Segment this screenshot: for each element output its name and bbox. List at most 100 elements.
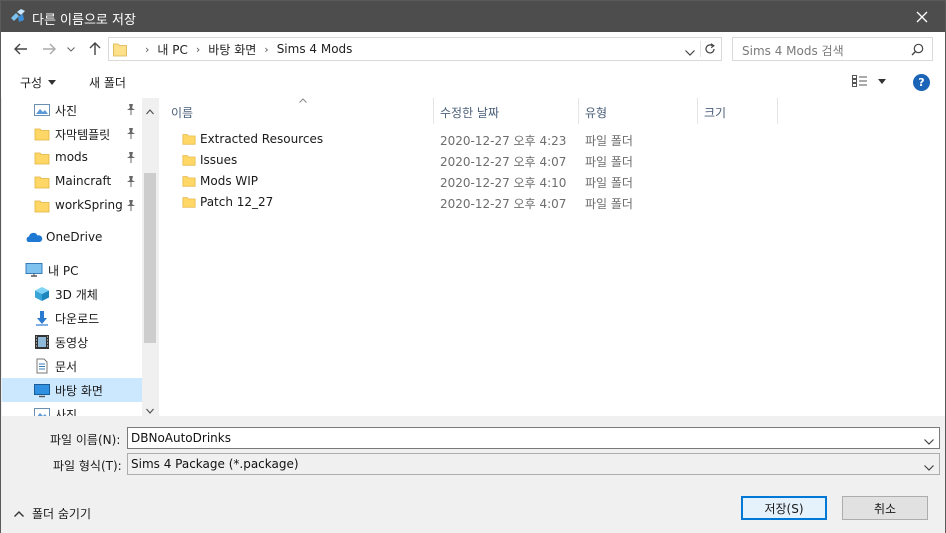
download-icon	[34, 310, 50, 326]
folder-icon	[34, 198, 50, 214]
column-header-modified[interactable]: 수정한 날짜	[434, 98, 579, 124]
nav-item-label: 사진	[55, 104, 78, 118]
column-header-label: 이름	[171, 106, 194, 120]
forward-button[interactable]	[39, 38, 59, 60]
chevron-down-icon	[67, 46, 75, 52]
nav-item-label: 바탕 화면	[55, 384, 103, 398]
app-icon	[9, 8, 27, 25]
search-input[interactable]: Sims 4 Mods 검색	[732, 37, 933, 61]
refresh-button[interactable]	[700, 41, 718, 57]
nav-item-desktop[interactable]: 바탕 화면	[2, 378, 142, 402]
nav-scrollbar[interactable]	[142, 98, 158, 416]
filetype-select[interactable]: Sims 4 Package (*.package)	[127, 453, 940, 475]
help-button[interactable]: ?	[913, 74, 930, 91]
list-item[interactable]: Patch 12_27 2020-12-27 오후 4:07 파일 폴더	[159, 192, 945, 213]
help-icon: ?	[918, 76, 925, 89]
save-button-label: 저장(S)	[764, 501, 804, 516]
chevron-down-icon[interactable]	[924, 434, 934, 448]
nav-item-label: 3D 개체	[55, 288, 98, 302]
up-button[interactable]	[85, 38, 105, 60]
scroll-down-arrow[interactable]	[146, 403, 154, 414]
chevron-up-icon	[14, 510, 24, 517]
close-button[interactable]	[899, 1, 945, 32]
back-button[interactable]	[11, 38, 31, 60]
file-type: 파일 폴더	[585, 134, 633, 148]
nav-item-videos[interactable]: 동영상	[2, 330, 142, 354]
nav-item-onedrive[interactable]: OneDrive	[2, 226, 142, 250]
column-header-size[interactable]: 크기	[698, 98, 778, 124]
nav-item-downloads[interactable]: 다운로드	[2, 306, 142, 330]
nav-item-maincraft[interactable]: Maincraft	[2, 170, 142, 194]
search-icon[interactable]	[911, 43, 924, 59]
nav-item-pictures[interactable]: 사진	[2, 402, 142, 416]
nav-item-label: OneDrive	[46, 230, 103, 244]
breadcrumb-separator[interactable]: ›	[145, 43, 149, 56]
arrow-up-icon	[89, 42, 101, 55]
chevron-down-icon	[685, 50, 695, 56]
nav-item-this-pc[interactable]: 내 PC	[2, 258, 142, 282]
scrollbar-thumb[interactable]	[144, 173, 156, 343]
address-bar[interactable]: › 내 PC › 바탕 화면 › Sims 4 Mods	[108, 37, 722, 61]
pictures-icon	[34, 406, 50, 416]
nav-item-label: 자막템플릿	[55, 128, 111, 142]
nav-item-subtitle-templates[interactable]: 자막템플릿	[2, 122, 142, 146]
pin-icon	[126, 128, 136, 142]
column-header-label: 크기	[704, 106, 727, 120]
nav-item-workspring[interactable]: workSpring	[2, 194, 142, 218]
file-modified: 2020-12-27 오후 4:07	[440, 155, 567, 169]
caret-down-icon	[48, 80, 57, 85]
view-options-button[interactable]	[852, 75, 886, 87]
new-folder-button[interactable]: 새 폴더	[89, 74, 126, 91]
breadcrumb-this-pc[interactable]: 내 PC	[157, 41, 187, 58]
breadcrumb-sims4mods[interactable]: Sims 4 Mods	[277, 42, 353, 56]
list-item[interactable]: Extracted Resources 2020-12-27 오후 4:23 파…	[159, 129, 945, 150]
navigation-pane[interactable]: 사진 자막템플릿 mods Maincraft workSpring OneDr…	[2, 98, 158, 416]
folder-icon	[34, 150, 50, 166]
nav-item-label: 내 PC	[48, 264, 79, 278]
nav-item-3d-objects[interactable]: 3D 개체	[2, 282, 142, 306]
arrow-right-icon	[43, 43, 56, 55]
hide-folders-label: 폴더 숨기기	[32, 507, 92, 521]
recent-locations-button[interactable]	[64, 38, 78, 60]
column-header-label: 수정한 날짜	[440, 106, 500, 120]
cancel-button[interactable]: 취소	[842, 496, 928, 520]
save-button[interactable]: 저장(S)	[741, 496, 827, 520]
window-title: 다른 이름으로 저장	[32, 13, 136, 28]
file-name: Issues	[200, 153, 238, 167]
cancel-button-label: 취소	[873, 501, 897, 516]
nav-item-mods[interactable]: mods	[2, 146, 142, 170]
address-history-dropdown[interactable]	[685, 45, 695, 59]
nav-item-label: 동영상	[55, 336, 89, 350]
nav-item-documents[interactable]: 문서	[2, 354, 142, 378]
file-type: 파일 폴더	[585, 155, 633, 169]
breadcrumb-separator[interactable]: ›	[196, 43, 200, 56]
filetype-label: 파일 형식(T):	[53, 459, 122, 473]
file-name: Extracted Resources	[200, 132, 324, 146]
breadcrumb-desktop[interactable]: 바탕 화면	[208, 41, 256, 58]
filename-field[interactable]: DBNoAutoDrinks	[127, 427, 940, 449]
folder-icon	[113, 43, 127, 57]
column-header-name[interactable]: 이름	[159, 98, 434, 124]
pictures-icon	[34, 102, 50, 118]
pin-icon	[126, 152, 136, 166]
save-as-dialog: 다른 이름으로 저장 › 내 PC › 바탕 화면 › Sims 4 Mods …	[0, 0, 946, 533]
scroll-up-arrow[interactable]	[146, 104, 154, 115]
file-name: Mods WIP	[200, 174, 259, 188]
organize-menu[interactable]: 구성	[20, 74, 57, 91]
onedrive-icon	[25, 230, 43, 246]
breadcrumb-separator[interactable]: ›	[264, 43, 268, 56]
pc-icon	[25, 262, 43, 278]
list-item[interactable]: Issues 2020-12-27 오후 4:07 파일 폴더	[159, 150, 945, 171]
arrow-left-icon	[14, 43, 27, 55]
nav-item-pictures-quick[interactable]: 사진	[2, 98, 142, 122]
list-item[interactable]: Mods WIP 2020-12-27 오후 4:10 파일 폴더	[159, 171, 945, 192]
hide-folders-toggle[interactable]: 폴더 숨기기	[14, 505, 91, 522]
file-list[interactable]: 이름 수정한 날짜 유형 크기 Extracted Resources 2020…	[159, 98, 945, 416]
file-modified: 2020-12-27 오후 4:23	[440, 134, 567, 148]
column-header-label: 유형	[585, 106, 608, 120]
nav-item-label: 사진	[55, 408, 78, 416]
column-header-type[interactable]: 유형	[579, 98, 698, 124]
save-form: 파일 이름(N): DBNoAutoDrinks 파일 형식(T): Sims …	[1, 416, 945, 533]
folder-icon	[182, 132, 196, 149]
address-row: › 내 PC › 바탕 화면 › Sims 4 Mods Sims 4 Mods…	[1, 32, 945, 66]
